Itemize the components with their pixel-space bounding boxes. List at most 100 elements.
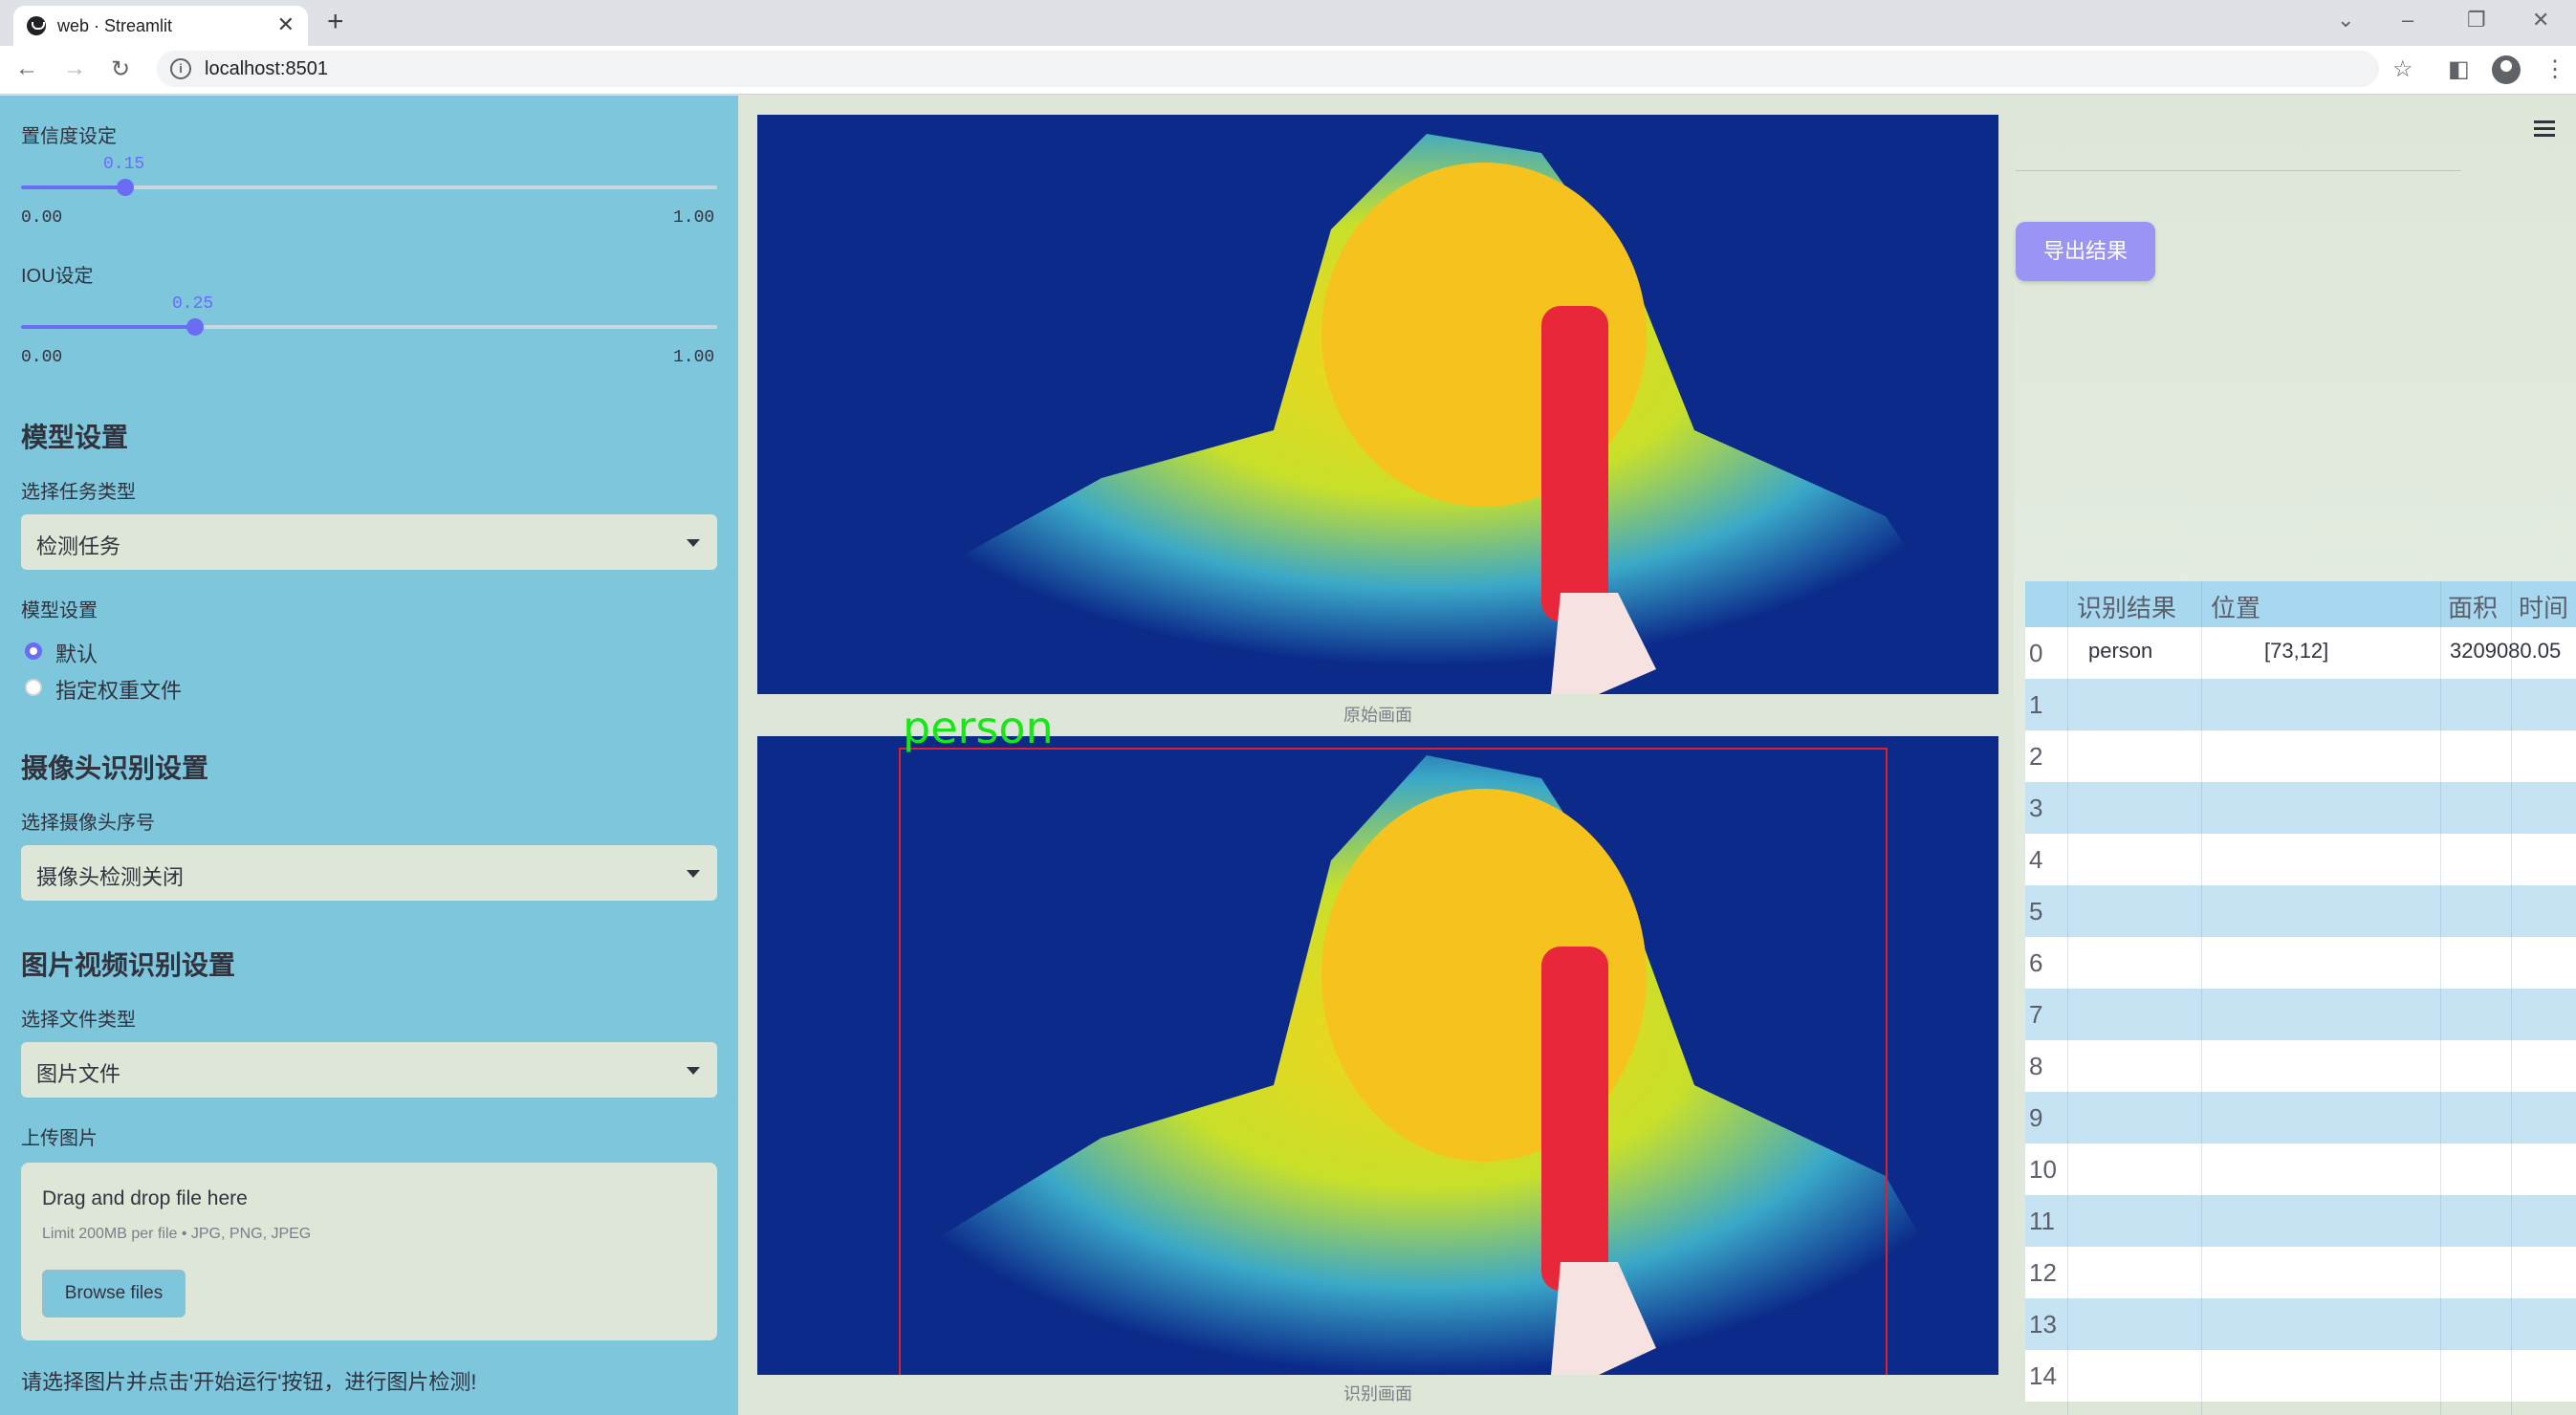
browse-files-button[interactable]: Browse files (42, 1270, 186, 1317)
row-index: 4 (2029, 845, 2043, 874)
confidence-min: 0.00 (21, 208, 63, 228)
table-row[interactable]: 14 (2025, 1350, 2576, 1402)
confidence-label: 置信度设定 (21, 126, 117, 147)
task-type-value: 检测任务 (36, 534, 121, 558)
iou-value: 0.25 (172, 294, 214, 314)
new-tab-plus-icon[interactable]: + (327, 6, 344, 38)
table-row[interactable]: 2 (2025, 730, 2576, 782)
profile-icon[interactable] (2492, 55, 2521, 84)
col-result[interactable]: 识别结果 (2077, 589, 2176, 624)
browser-tab-bar: web · Streamlit ✕ + ⌄ – ❐ ✕ (0, 0, 2576, 46)
row-index: 13 (2029, 1310, 2057, 1339)
export-results-button[interactable]: 导出结果 (2016, 222, 2155, 281)
table-row[interactable]: 9 (2025, 1092, 2576, 1143)
row-index: 9 (2029, 1103, 2043, 1132)
sidepanel-icon[interactable]: ◧ (2448, 55, 2470, 83)
browser-tab[interactable]: web · Streamlit ✕ (13, 6, 308, 46)
reload-icon[interactable]: ↻ (111, 55, 130, 83)
file-type-value: 图片文件 (36, 1062, 121, 1086)
address-bar-row: ← → ↻ i localhost:8501 ☆ ◧ ⋮ (0, 46, 2576, 95)
radio-weights-icon[interactable] (25, 679, 42, 696)
task-type-label: 选择任务类型 (21, 482, 136, 503)
confidence-value: 0.15 (103, 155, 145, 174)
radio-default-label[interactable]: 默认 (55, 638, 98, 668)
media-heading: 图片视频识别设置 (21, 950, 236, 980)
table-row[interactable]: 4 (2025, 834, 2576, 885)
table-row[interactable]: 5 (2025, 885, 2576, 937)
confidence-max: 1.00 (673, 208, 715, 228)
camera-heading: 摄像头识别设置 (21, 753, 209, 783)
camera-value: 摄像头检测关闭 (36, 865, 185, 889)
col-divider (2511, 581, 2512, 1415)
col-divider (2067, 581, 2068, 1415)
row-index: 3 (2029, 794, 2043, 822)
row-index: 5 (2029, 897, 2043, 925)
window-close-icon[interactable]: ✕ (2532, 8, 2549, 33)
table-row[interactable]: 11 (2025, 1195, 2576, 1247)
iou-max: 1.00 (673, 348, 715, 367)
tab-title: web · Streamlit (57, 16, 173, 35)
close-tab-icon[interactable]: ✕ (277, 12, 295, 37)
iou-fill (21, 325, 195, 329)
iou-label: IOU设定 (21, 266, 94, 287)
row-index: 12 (2029, 1258, 2057, 1287)
model-heading: 模型设置 (21, 423, 129, 452)
camera-select[interactable]: 摄像头检测关闭 (21, 845, 717, 901)
back-icon[interactable]: ← (15, 55, 38, 82)
omnibox[interactable]: i localhost:8501 (157, 51, 2379, 87)
col-time[interactable]: 时间 (2519, 589, 2568, 624)
radio-default-icon[interactable] (25, 642, 42, 660)
chevron-down-icon (687, 1067, 700, 1075)
confidence-thumb[interactable] (117, 179, 135, 196)
result-image (757, 736, 1998, 1375)
restore-icon[interactable]: ❐ (2467, 8, 2486, 33)
url-text[interactable]: localhost:8501 (205, 58, 328, 80)
star-icon[interactable]: ☆ (2392, 55, 2413, 83)
results-table[interactable]: 识别结果 位置 面积 时间 0 person [73,12] 3209080.05 1 2… (2025, 581, 2576, 1402)
info-icon[interactable]: i (170, 58, 191, 79)
chevron-down-icon (687, 870, 700, 878)
chevron-down-icon (687, 539, 700, 547)
table-row[interactable]: 1 (2025, 679, 2576, 730)
result-caption: 识别画面 (1343, 1384, 1412, 1404)
file-type-select[interactable]: 图片文件 (21, 1042, 717, 1098)
row-index: 6 (2029, 948, 2043, 977)
hamburger-icon[interactable] (2534, 120, 2555, 141)
table-row[interactable]: 8 (2025, 1040, 2576, 1092)
table-row[interactable]: 7 (2025, 989, 2576, 1040)
row-index: 0 (2029, 639, 2043, 667)
table-row[interactable]: 13 (2025, 1298, 2576, 1350)
confidence-fill (21, 185, 126, 189)
iou-thumb[interactable] (186, 318, 204, 336)
col-position[interactable]: 位置 (2211, 589, 2260, 624)
model-setting-label: 模型设置 (21, 600, 98, 621)
col-area[interactable]: 面积 (2448, 589, 2498, 624)
cell-area: 3209080.05 (2450, 639, 2562, 663)
confidence-slider[interactable] (21, 179, 717, 196)
table-row[interactable]: 6 (2025, 937, 2576, 989)
detection-label: person (903, 702, 1054, 753)
file-dropzone[interactable]: Drag and drop file here Limit 200MB per … (21, 1163, 717, 1340)
iou-min: 0.00 (21, 348, 63, 367)
col-divider (2440, 581, 2441, 1415)
tab-search-chevron-icon[interactable]: ⌄ (2337, 8, 2354, 33)
table-row[interactable]: 12 (2025, 1247, 2576, 1298)
radio-weights-label[interactable]: 指定权重文件 (55, 674, 182, 705)
file-type-label: 选择文件类型 (21, 1010, 136, 1031)
row-index: 2 (2029, 742, 2043, 771)
row-index: 11 (2029, 1207, 2055, 1235)
table-row[interactable]: 3 (2025, 782, 2576, 834)
table-row[interactable]: 10 (2025, 1143, 2576, 1195)
iou-slider[interactable] (21, 318, 717, 336)
drop-text: Drag and drop file here (42, 1187, 248, 1209)
cell-position: [73,12] (2264, 639, 2329, 663)
table-row[interactable]: 0 person [73,12] 3209080.05 (2025, 627, 2576, 679)
camera-label: 选择摄像头序号 (21, 813, 155, 834)
task-type-select[interactable]: 检测任务 (21, 514, 717, 570)
forward-icon[interactable]: → (63, 55, 86, 82)
divider (2016, 170, 2461, 171)
original-image (757, 115, 1998, 694)
minimize-icon[interactable]: – (2402, 8, 2413, 33)
table-header: 识别结果 位置 面积 时间 (2025, 581, 2576, 627)
kebab-menu-icon[interactable]: ⋮ (2543, 55, 2566, 83)
